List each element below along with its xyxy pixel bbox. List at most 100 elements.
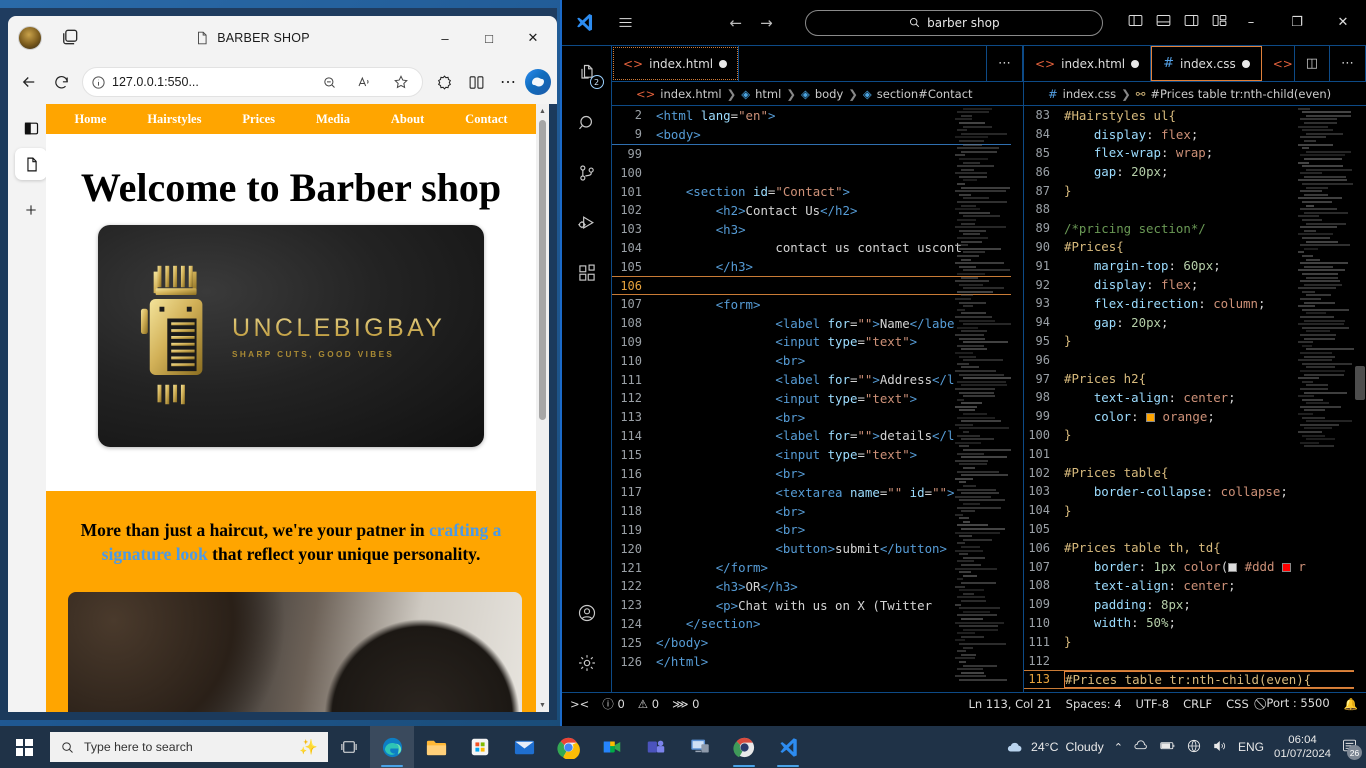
status-language-mode[interactable]: CSS	[1226, 697, 1249, 711]
status-ports[interactable]: ⋙ 0	[672, 697, 699, 711]
code-line[interactable]: 2 <html lang="en">	[612, 106, 1023, 125]
nav-back-icon[interactable]: ←	[730, 14, 743, 32]
taskbar-google-meet-icon[interactable]	[590, 726, 634, 768]
code-line[interactable]: 125 </body>	[612, 633, 1023, 652]
avatar[interactable]	[18, 26, 42, 50]
code-line[interactable]: 112	[1024, 651, 1366, 670]
code-line[interactable]: 100	[612, 163, 1023, 182]
status-encoding[interactable]: UTF-8	[1136, 697, 1170, 711]
code-line[interactable]: 89 /*pricing section*/	[1024, 219, 1366, 238]
code-line[interactable]: 101 <section id="Contact">	[612, 182, 1023, 201]
code-line[interactable]: 9 <body>	[612, 125, 1023, 144]
code-line[interactable]: 87}	[1024, 181, 1366, 200]
accounts-icon[interactable]	[570, 596, 604, 630]
taskbar-mail-icon[interactable]	[502, 726, 546, 768]
code-line[interactable]: 105	[1024, 520, 1366, 539]
nav-link-contact[interactable]: Contact	[465, 112, 507, 127]
code-line[interactable]: 102 #Prices table{	[1024, 463, 1366, 482]
tab-playground[interactable]: <> playgr	[1262, 46, 1295, 81]
editor-actions-more-right[interactable]: ⋯	[1330, 46, 1366, 81]
back-button[interactable]	[14, 67, 44, 97]
toggle-primary-sidebar-icon[interactable]	[1127, 12, 1144, 33]
code-line[interactable]: 120 <button>submit</button>	[612, 539, 1023, 558]
notification-center-button[interactable]: 26	[1341, 737, 1362, 760]
remote-host-icon[interactable]: ><	[570, 697, 589, 711]
breadcrumb-symbol-css[interactable]: #Prices table tr:nth-child(even)	[1150, 87, 1331, 101]
unsaved-indicator-icon[interactable]	[1131, 59, 1140, 68]
scrollbar-thumb[interactable]	[1355, 366, 1365, 400]
code-line[interactable]: 104}	[1024, 501, 1366, 520]
breadcrumb-symbol-html[interactable]: html	[755, 87, 781, 101]
menu-hamburger-icon[interactable]	[608, 14, 644, 31]
page-scrollbar[interactable]: ▲ ▼	[536, 104, 549, 712]
document-icon[interactable]	[15, 148, 47, 180]
code-line[interactable]: 103 border-collapse: collapse;	[1024, 482, 1366, 501]
code-line[interactable]: 92 display: flex;	[1024, 275, 1366, 294]
status-eol[interactable]: CRLF	[1183, 697, 1212, 711]
code-line[interactable]: 116 <br>	[612, 464, 1023, 483]
zoom-out-icon[interactable]	[314, 67, 344, 97]
copilot-sparkle-icon[interactable]: ✨	[299, 738, 318, 756]
explorer-icon[interactable]: 2	[570, 56, 604, 90]
taskbar-chrome-icon[interactable]	[546, 726, 590, 768]
status-errors[interactable]: ⓘ 0	[602, 696, 624, 712]
code-line[interactable]: 98 text-align: center;	[1024, 388, 1366, 407]
code-line[interactable]: 95}	[1024, 332, 1366, 351]
breadcrumb-file-css[interactable]: index.css	[1063, 87, 1116, 101]
taskbar-file-explorer-icon[interactable]	[414, 726, 458, 768]
collections-icon[interactable]	[429, 67, 459, 97]
browser-tab-title[interactable]: BARBER SHOP	[82, 31, 423, 45]
settings-gear-icon[interactable]	[570, 646, 604, 680]
code-line[interactable]: 109 padding: 8px;	[1024, 595, 1366, 614]
taskbar-chrome-canary-icon[interactable]	[722, 726, 766, 768]
reload-button[interactable]	[46, 67, 76, 97]
code-line[interactable]: 102 <h2>Contact Us</h2>	[612, 201, 1023, 220]
code-line[interactable]: 110 <br>	[612, 351, 1023, 370]
start-button[interactable]	[0, 726, 48, 768]
code-line[interactable]: 103 <h3>	[612, 220, 1023, 239]
status-cursor-position[interactable]: Ln 113, Col 21	[968, 697, 1051, 711]
notifications-bell-icon[interactable]: 🔔	[1344, 697, 1358, 711]
code-line[interactable]: 96	[1024, 350, 1366, 369]
vscode-minimize-button[interactable]: –	[1228, 0, 1274, 46]
code-line[interactable]: 93 flex-direction: column;	[1024, 294, 1366, 313]
split-screen-icon[interactable]	[461, 67, 491, 97]
taskbar-search-box[interactable]: Type here to search ✨	[50, 732, 328, 762]
nav-link-prices[interactable]: Prices	[242, 112, 275, 127]
breadcrumb-file[interactable]: index.html	[660, 87, 721, 101]
maximize-button[interactable]: □	[467, 16, 511, 60]
browser-essentials-icon[interactable]	[15, 112, 47, 144]
code-editor-css[interactable]: 83 #Hairstyles ul{84 display: flex; 85 fle…	[1024, 106, 1366, 692]
editor-scrollbar-html[interactable]	[1011, 106, 1023, 692]
copilot-icon[interactable]	[525, 69, 551, 95]
code-line[interactable]: 84 display: flex;	[1024, 125, 1366, 144]
onedrive-icon[interactable]	[1133, 738, 1149, 757]
code-line[interactable]: 112 <input type="text">	[612, 389, 1023, 408]
nav-link-media[interactable]: Media	[316, 112, 350, 127]
nav-link-about[interactable]: About	[391, 112, 424, 127]
code-line[interactable]: 110 width: 50%;	[1024, 614, 1366, 633]
taskbar-clock[interactable]: 06:04 01/07/2024	[1274, 733, 1331, 762]
toggle-secondary-sidebar-icon[interactable]	[1183, 12, 1200, 33]
code-line[interactable]: 124 </section>	[612, 615, 1023, 634]
split-editor-icon[interactable]: ◫	[1295, 46, 1330, 81]
code-line[interactable]: 115 <input type="text">	[612, 445, 1023, 464]
tab-actions-icon[interactable]	[60, 27, 82, 49]
code-line[interactable]: 88	[1024, 200, 1366, 219]
nav-link-home[interactable]: Home	[74, 112, 106, 127]
vscode-close-button[interactable]: ✕	[1320, 0, 1366, 46]
code-line[interactable]: 113 <br>	[612, 408, 1023, 427]
editor-scrollbar-css[interactable]	[1354, 106, 1366, 692]
vscode-restore-button[interactable]: ❐	[1274, 0, 1320, 46]
browser-more-icon[interactable]: ⋯	[493, 67, 523, 97]
code-line[interactable]: 97 #Prices h2{	[1024, 369, 1366, 388]
weather-widget[interactable]: 24°C Cloudy	[1005, 738, 1104, 757]
code-line[interactable]: 83 #Hairstyles ul{	[1024, 106, 1366, 125]
source-control-icon[interactable]	[570, 156, 604, 190]
code-line[interactable]: 114 <label for="">details</l	[612, 427, 1023, 446]
code-line[interactable]: 126 </html>	[612, 652, 1023, 671]
code-line[interactable]: 86 gap: 20px;	[1024, 162, 1366, 181]
tab-index-html-right[interactable]: <> index.html	[1024, 46, 1152, 81]
code-line[interactable]: 107 border: 1px color( #ddd r	[1024, 557, 1366, 576]
add-icon[interactable]	[15, 194, 47, 226]
